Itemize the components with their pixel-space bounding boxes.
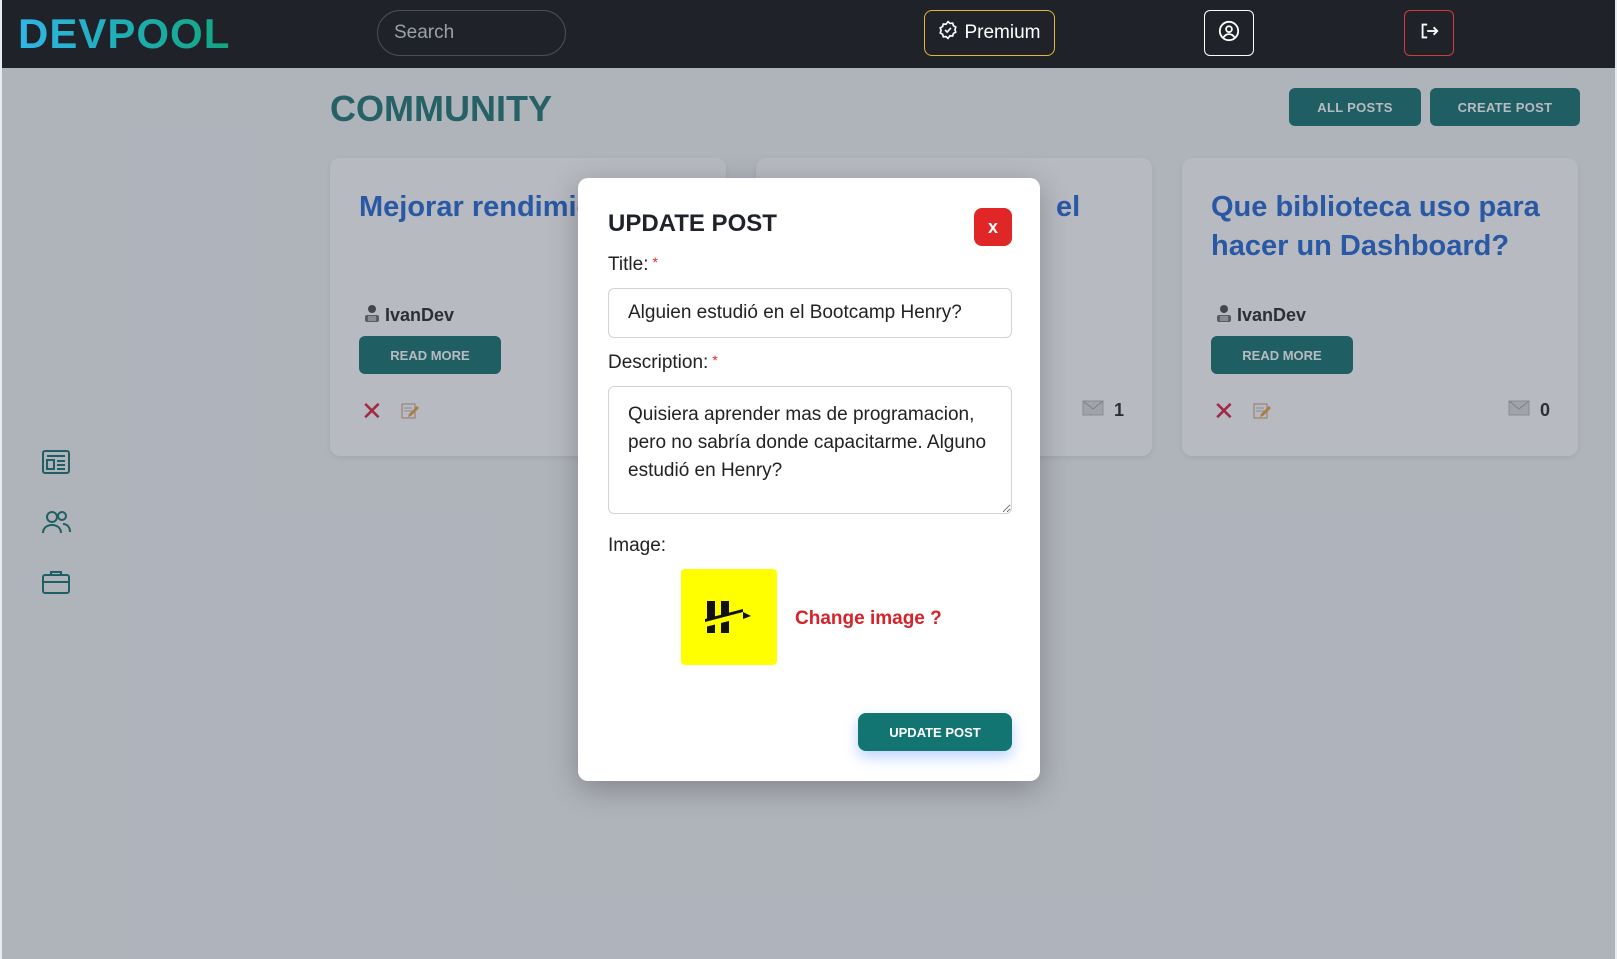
profile-button[interactable] [1204,10,1254,56]
henry-logo-icon [705,601,751,633]
premium-label: Premium [964,22,1041,43]
post-image-thumbnail [681,569,777,665]
premium-button[interactable]: Premium [924,10,1055,56]
description-label: Description: * [608,352,718,373]
search-input[interactable] [377,10,566,56]
required-mark: * [652,254,658,270]
title-label: Title: * [608,254,658,275]
title-field[interactable] [608,288,1012,338]
description-field[interactable]: Quisiera aprender mas de programacion, p… [608,386,1012,514]
verified-badge-icon [938,20,958,46]
logout-icon [1418,20,1440,47]
update-post-button[interactable]: UPDATE POST [858,713,1012,751]
close-button[interactable]: x [974,208,1012,246]
logout-button[interactable] [1404,10,1454,56]
top-navbar: DEVPOOL Premium [2,0,1615,68]
modal-title: UPDATE POST [608,210,777,237]
update-post-modal: UPDATE POST x Title:* Description:* Quis… [578,178,1040,781]
user-circle-icon [1218,20,1240,47]
image-label: Image: [608,535,667,556]
devpool-logo[interactable]: DEVPOOL [18,10,230,58]
required-mark: * [712,352,718,368]
change-image-link[interactable]: Change image ? [795,608,942,630]
